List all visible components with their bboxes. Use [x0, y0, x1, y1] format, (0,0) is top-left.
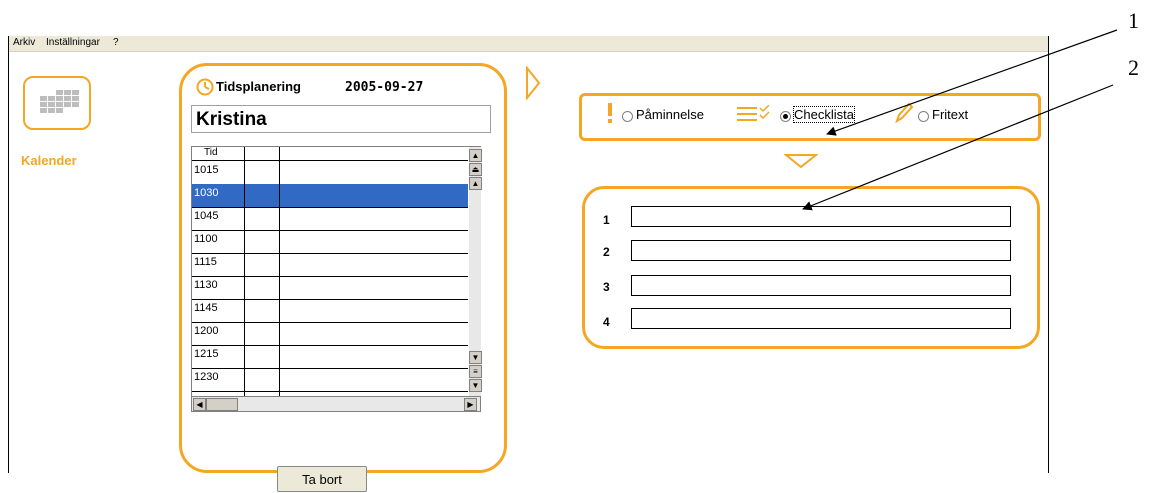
annotation-arrow-2: [802, 84, 1114, 211]
annotation-arrow-1: [826, 29, 1118, 136]
annotation-arrows: [802, 29, 1118, 211]
